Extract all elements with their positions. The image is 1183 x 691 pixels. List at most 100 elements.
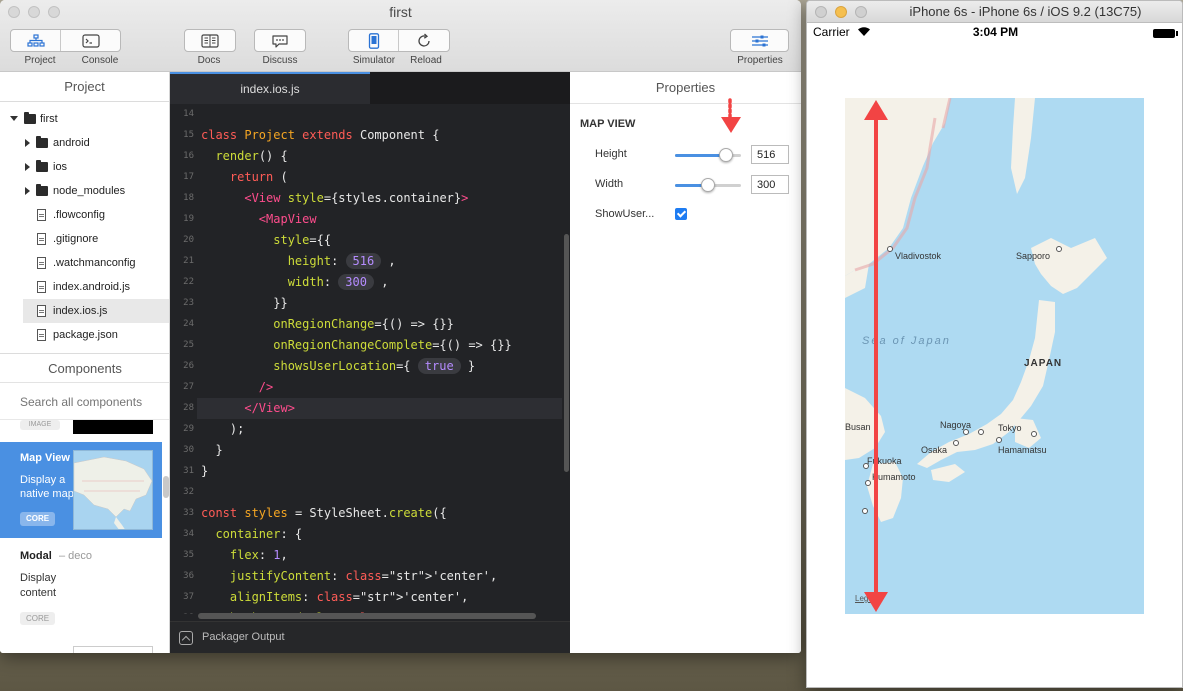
code-line[interactable]: 26 showsUserLocation={ true }: [170, 356, 562, 377]
map-view-component-card[interactable]: Map View Display a native map CORE: [0, 442, 162, 538]
show-user-location-label: ShowUser...: [595, 208, 655, 220]
code-line[interactable]: 21 height: 516 ,: [170, 251, 562, 272]
simulator-minimize-button[interactable]: [835, 6, 847, 18]
tree-file[interactable]: .watchmanconfig: [0, 251, 169, 275]
line-number: 31: [183, 466, 194, 476]
code-line[interactable]: 27 />: [170, 377, 562, 398]
line-number: 16: [183, 151, 194, 161]
line-number: 19: [183, 214, 194, 224]
file-icon: [37, 305, 46, 317]
tree-folder[interactable]: android: [0, 131, 169, 155]
city-marker: [978, 429, 984, 435]
editor-vertical-scrollbar[interactable]: [564, 234, 569, 472]
line-number: 35: [183, 550, 194, 560]
line-number: 32: [183, 487, 194, 497]
editor-tab-bar: index.ios.js: [170, 72, 570, 104]
code-line[interactable]: 17 return (: [170, 167, 562, 188]
docs-toolbar-button[interactable]: [185, 30, 235, 51]
city-osaka: Osaka: [921, 445, 948, 455]
tree-folder[interactable]: ios: [0, 155, 169, 179]
code-line[interactable]: 28 </View>: [183, 398, 562, 419]
tree-folder[interactable]: node_modules: [0, 179, 169, 203]
code-line[interactable]: 32: [170, 482, 562, 503]
disclosure-closed-icon[interactable]: [25, 139, 30, 147]
components-scrollbar[interactable]: [163, 476, 169, 498]
component-thumbnail: [73, 420, 153, 434]
packager-output-bar[interactable]: Packager Output: [170, 621, 570, 653]
packager-output-label: Packager Output: [202, 631, 285, 643]
code-line[interactable]: 18 <View style={styles.container}>: [170, 188, 562, 209]
height-slider-knob[interactable]: [719, 148, 734, 162]
properties-toolbar-button[interactable]: [731, 30, 788, 51]
code-line[interactable]: 33 const styles = StyleSheet.create({: [170, 503, 562, 524]
width-slider-knob[interactable]: [701, 178, 715, 192]
tree-file[interactable]: .gitignore: [0, 227, 169, 251]
code-line[interactable]: 23 }}: [170, 293, 562, 314]
discuss-toolbar-button[interactable]: [255, 30, 305, 51]
code-line[interactable]: 25 onRegionChangeComplete={() => {}}: [170, 335, 562, 356]
component-search-input[interactable]: [0, 384, 169, 420]
tree-file[interactable]: package.json: [0, 323, 169, 347]
project-toolbar-button[interactable]: [11, 30, 61, 51]
show-user-location-checkbox[interactable]: [675, 208, 687, 220]
north-america-map-icon: [74, 451, 152, 529]
code-line[interactable]: 19 <MapView: [170, 209, 562, 230]
code-line[interactable]: 36 justifyContent: class="str">'center',: [170, 566, 562, 587]
deco-window: first Project Console Docs Discuss Simul…: [0, 0, 801, 653]
line-number: 34: [183, 529, 194, 539]
code-line[interactable]: 16 render() {: [170, 146, 562, 167]
code-line[interactable]: 20 style={{: [170, 230, 562, 251]
reload-icon: [418, 33, 430, 47]
city-marker: [953, 440, 959, 446]
chat-bubble-icon: [272, 34, 288, 48]
discuss-group: [254, 29, 306, 52]
code-line[interactable]: 31}: [170, 461, 562, 482]
editor-horizontal-scrollbar[interactable]: [198, 613, 536, 619]
simulator-zoom-button[interactable]: [855, 6, 867, 18]
code-line[interactable]: 35 flex: 1,: [170, 545, 562, 566]
line-number: 30: [183, 445, 194, 455]
console-toolbar-button[interactable]: [61, 30, 120, 51]
simulator-close-button[interactable]: [815, 6, 827, 18]
red-height-annotation-icon: [864, 100, 888, 612]
console-icon: [81, 33, 100, 48]
code-line[interactable]: 14: [170, 104, 562, 125]
editor-tab-index-ios[interactable]: index.ios.js: [170, 72, 370, 104]
city-vladivostok: Vladivostok: [895, 251, 942, 261]
tree-folder[interactable]: first: [0, 107, 169, 131]
code-line[interactable]: 29 );: [170, 419, 562, 440]
tree-item-label: android: [53, 137, 90, 149]
code-area[interactable]: 14 15 class Project extends Component {16 …: [170, 104, 570, 614]
disclosure-closed-icon[interactable]: [25, 187, 30, 195]
component-list: IMAGE Map View Display a native map CORE…: [0, 420, 162, 653]
disclosure-open-icon[interactable]: [10, 116, 18, 121]
disclosure-closed-icon[interactable]: [25, 163, 30, 171]
tree-item-label: .flowconfig: [53, 209, 105, 221]
height-input[interactable]: [751, 145, 789, 164]
code-text: const styles = StyleSheet.create({: [201, 506, 447, 520]
tree-item-label: index.ios.js: [53, 305, 108, 317]
simulator-toolbar-button[interactable]: [349, 30, 399, 51]
code-line[interactable]: 34 container: {: [170, 524, 562, 545]
modal-title: Modal: [20, 550, 52, 562]
code-text: <View style={styles.container}>: [244, 191, 469, 205]
code-line[interactable]: 37 alignItems: class="str">'center',: [170, 587, 562, 608]
code-text: width: 300 ,: [287, 274, 389, 290]
height-slider[interactable]: [675, 148, 741, 162]
file-tree: first android ios node_modules .flowconfig .g…: [0, 102, 169, 347]
width-input[interactable]: [751, 175, 789, 194]
simulator-group: [348, 29, 450, 52]
width-slider[interactable]: [675, 178, 741, 192]
tree-file[interactable]: index.android.js: [0, 275, 169, 299]
code-line[interactable]: 15 class Project extends Component {: [170, 125, 562, 146]
tree-file[interactable]: index.ios.js: [23, 299, 169, 323]
tree-file[interactable]: .flowconfig: [0, 203, 169, 227]
map-view[interactable]: Vladivostok Sapporo Nagoya Tokyo Osaka H…: [845, 98, 1144, 614]
code-line[interactable]: 30 }: [170, 440, 562, 461]
code-line[interactable]: 24 onRegionChange={() => {}}: [170, 314, 562, 335]
modal-component-card[interactable]: Modal – deco Display content CORE: [0, 538, 162, 628]
discuss-toolbar-label: Discuss: [262, 55, 298, 66]
reload-toolbar-button[interactable]: [399, 30, 449, 51]
code-line[interactable]: 22 width: 300 ,: [170, 272, 562, 293]
image-badge: IMAGE: [20, 420, 60, 430]
